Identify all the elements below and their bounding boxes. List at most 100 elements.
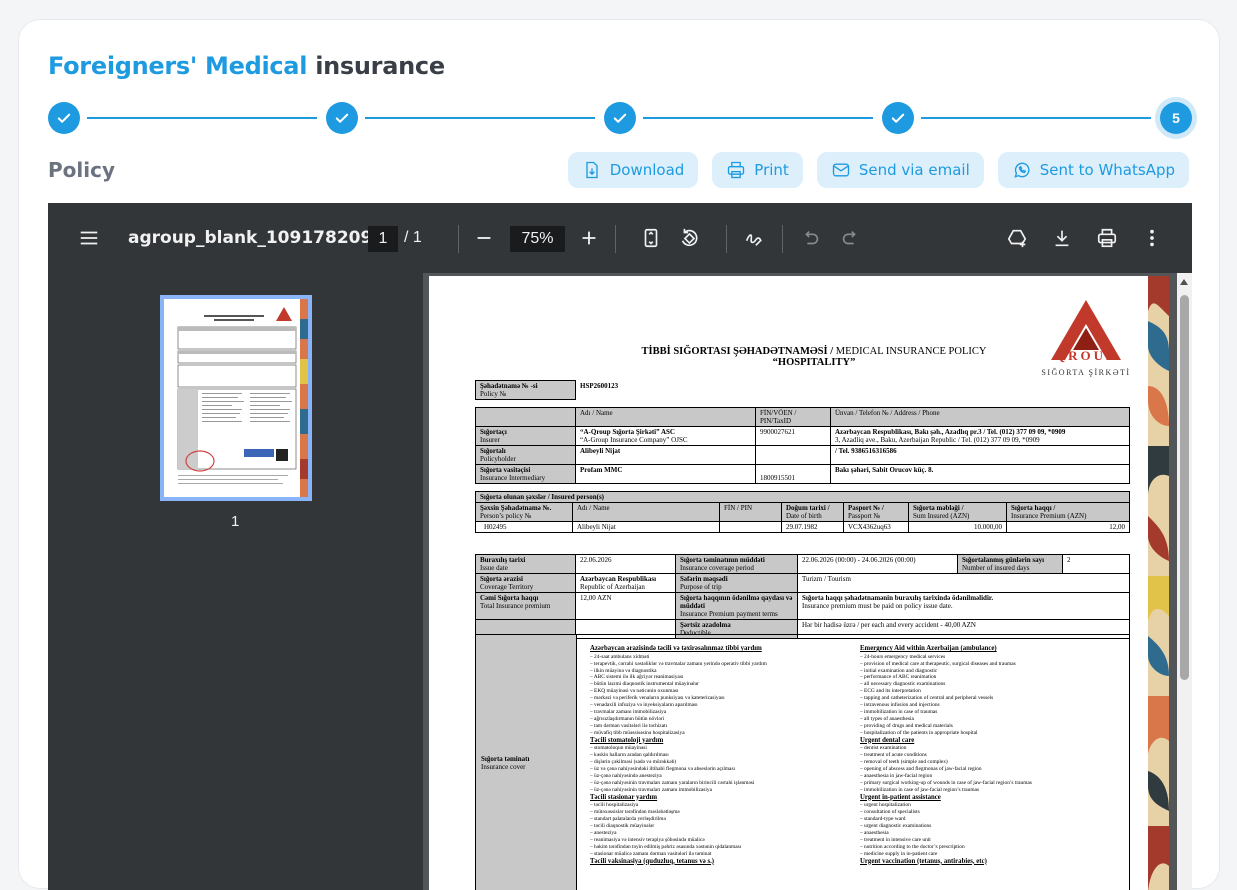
page-number-input[interactable]: 1 — [368, 226, 398, 252]
rotate-icon[interactable] — [678, 227, 700, 249]
doc-title-en: MEDICAL INSURANCE POLICY — [833, 346, 987, 357]
coverage-period: 22.06.2026 (00:00) - 24.06.2026 (00:00) — [797, 553, 958, 575]
coverage-item: – medicine supply in in-patient care — [860, 850, 938, 857]
insurer-fin: 9900027621 — [755, 426, 831, 447]
coverage-item: – travmalar zamanı immobilizasiya — [590, 708, 667, 715]
fit-page-icon[interactable] — [640, 227, 662, 249]
coverage-label-az: Sığorta təminatı — [481, 755, 530, 763]
coverage-item: – all necessary diagnostic examinations — [860, 681, 946, 688]
send-whatsapp-label: Sent to WhatsApp — [1039, 161, 1175, 179]
coverage-box: Sığorta təminatı Insurance cover Azərbayc… — [475, 634, 1130, 890]
insured-h-fin: FİN / PIN — [719, 502, 782, 523]
insured-name: Alibeyli Nijat — [572, 521, 720, 534]
coverage-az: Azərbaycan ərazisində təcili və təxirəsa… — [590, 645, 840, 866]
coverage-section-title: Azərbaycan ərazisində təcili və təxirəsa… — [590, 645, 762, 652]
insured-h-premium-en: Insurance Premium (AZN) — [1011, 512, 1087, 521]
pdf-filename: agroup_blank_109178209... — [128, 228, 392, 248]
coverage-item: – bütün lazımi diaqnostik instrumental m… — [590, 681, 699, 688]
insured-h-dob-en: Date of birth — [786, 512, 822, 521]
total-premium-label-en: Total Insurance premium — [480, 602, 551, 611]
page-thumbnail[interactable] — [160, 295, 312, 501]
coverage-item: – urgent diagnostic examinations — [860, 823, 932, 829]
insurer-name: “A-Qroup Sığorta Şirkəti” ASC — [580, 428, 675, 437]
trip-purpose-label: Səfərin məqsədi — [680, 575, 728, 584]
insured-dob: 29.07.1982 — [781, 521, 844, 534]
doc-product-name: “HOSPITALITY” — [772, 357, 856, 368]
annotate-icon[interactable] — [743, 227, 765, 249]
payment-terms-en: Insurance premium must be paid on policy… — [802, 602, 953, 611]
zoom-in-icon[interactable] — [578, 227, 600, 249]
step-connector — [643, 117, 873, 119]
coverage-item: – standart palatalarda yerləşdirilmə — [590, 816, 666, 823]
doc-title-az: TİBBİ SIĞORTASI ŞƏHADƏTNAMƏSİ / — [641, 346, 834, 357]
coverage-item: – anaesthesia — [860, 829, 889, 836]
print-button[interactable]: Print — [712, 152, 803, 188]
scrollbar-thumb[interactable] — [1180, 295, 1189, 680]
policy-actions: Download Print Send via email Sent to Wh… — [567, 152, 1189, 188]
policy-terms-table: Buraxılış tarixi Issue date 22.06.2026 Sı… — [475, 553, 1130, 640]
coverage-item: – dişlərin çəkilməsi (sadə və mürəkkəb) — [590, 759, 677, 766]
coverage-item: – ABC sistemi ilə ilk ağciyər reanimasiy… — [590, 674, 684, 681]
policy-no-label: Şəhadətnamə № -si — [480, 382, 538, 390]
parties-header-fin: FİN/VÖEN / PIN/TaxID — [755, 406, 831, 428]
holder-name: Alibeyli Nijat — [580, 447, 621, 456]
coverage-item: – intravenous infusion and injections — [860, 702, 940, 709]
coverage-item: – nutrition according to the doctor’s pr… — [860, 843, 965, 850]
redo-icon[interactable] — [839, 227, 861, 249]
send-whatsapp-button[interactable]: Sent to WhatsApp — [997, 152, 1189, 188]
download-button[interactable]: Download — [567, 152, 699, 188]
coverage-section-title: Urgent in-patient assistance — [860, 793, 941, 801]
coverage-item: – üz və çənə nahiyəsindəki iltihabi fleg… — [590, 765, 736, 772]
insured-h-dob: Doğum tarixi / — [786, 504, 830, 513]
step-2-complete — [326, 102, 358, 134]
download-icon[interactable] — [1051, 227, 1073, 249]
coverage-item: – təcili diaqnostik müayinələr — [590, 823, 655, 829]
coverage-item: – 24-hours emergency medical services — [860, 653, 946, 660]
undo-icon[interactable] — [800, 227, 822, 249]
toolbar-divider — [726, 225, 727, 253]
print-icon[interactable] — [1096, 227, 1118, 249]
check-icon — [613, 113, 627, 123]
toolbar-divider — [782, 225, 783, 253]
more-options-icon[interactable] — [1141, 227, 1163, 249]
add-to-drive-icon[interactable] — [1006, 227, 1028, 249]
coverage-item: – consultation of specialists — [860, 809, 920, 816]
step-4-complete — [882, 102, 914, 134]
insured-days: 2 — [1062, 553, 1130, 575]
coverage-item: – üz-çənə nahiyəsinin travmaları zamanı … — [590, 786, 712, 793]
step-3-complete — [604, 102, 636, 134]
coverage-section-title: Təcili stasionar yardım — [590, 793, 658, 801]
insurer-label-en: Insurer — [480, 436, 500, 445]
insured-h-sum: Sığorta məbləği / — [913, 504, 964, 513]
coverage-section-title: Urgent dental care — [860, 736, 915, 744]
issue-date-label: Buraxılış tarixi — [480, 556, 526, 564]
step-connector — [87, 117, 317, 119]
zoom-input[interactable]: 75% — [510, 226, 565, 252]
menu-icon[interactable] — [78, 227, 100, 249]
payment-terms: Sığorta haqqı şəhadətnamənin buraxılış t… — [802, 594, 994, 603]
policy-no-value: HSP2600123 — [580, 381, 619, 390]
coverage-item: – immobilization in case of jaw-facial r… — [860, 786, 980, 793]
total-premium: 12,00 AZN — [575, 592, 676, 621]
coverage-item: – performance of ABC reanimation — [860, 674, 937, 681]
territory-label-en: Coverage Territory — [480, 583, 534, 592]
insurer-address-en: 3, Azadliq ave., Baku, Azerbaijan Republ… — [835, 436, 1040, 445]
toolbar-divider — [458, 225, 459, 253]
coverage-item: – immobilization in case of traumas — [860, 708, 938, 715]
insured-sum: 10.000,00 — [908, 521, 1007, 534]
scroll-up-arrow-icon[interactable] — [1180, 279, 1188, 285]
zoom-out-icon[interactable] — [473, 227, 495, 249]
coverage-item: – tapping and catheterization of central… — [860, 695, 994, 702]
whatsapp-icon — [1014, 162, 1030, 178]
payment-terms-label: Sığorta haqqının ödənilmə qaydası və müd… — [680, 594, 793, 611]
coverage-item: – standard-type ward — [860, 816, 906, 823]
coverage-item: – primary surgical working-up of wounds … — [860, 779, 1032, 786]
document-scrollbar[interactable] — [1177, 273, 1192, 890]
page-total: / 1 — [404, 229, 422, 246]
coverage-item: – üz-çənə nahiyəsində anesteziya — [590, 772, 662, 779]
send-email-button[interactable]: Send via email — [816, 152, 984, 188]
insured-h-policy: Şəxsin Şəhadətnamə №. — [480, 504, 552, 513]
insured-days-label: Sığortalanmış günlərin sayı — [962, 556, 1045, 564]
coverage-item: – hospitalization of the patients in app… — [860, 729, 978, 736]
parties-header-address: Ünvan / Telefon № / Address / Phone — [830, 406, 1130, 428]
